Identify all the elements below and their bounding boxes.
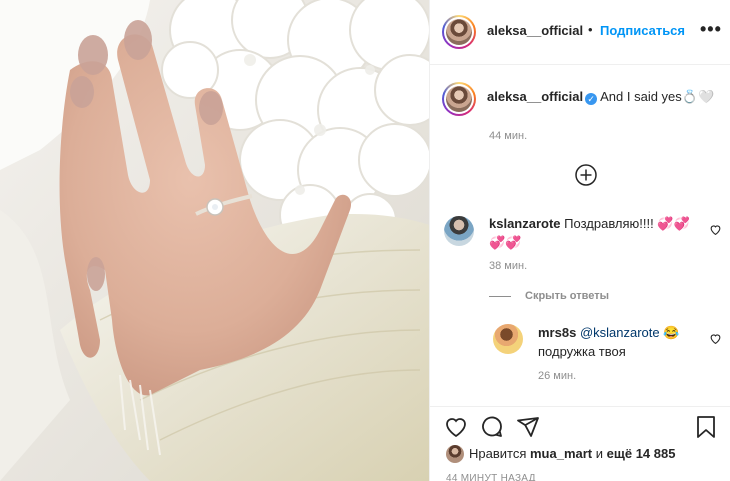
hide-replies-button[interactable]: Скрыть ответы	[489, 290, 609, 302]
liker-avatar	[446, 445, 464, 463]
caption-text: aleksa__official ✓ And I said yes💍🤍	[487, 87, 719, 107]
like-reply-heart-icon[interactable]	[709, 332, 722, 345]
caption-time[interactable]: 44 мин.	[489, 130, 527, 142]
author-avatar[interactable]	[442, 15, 476, 49]
comment-icon[interactable]	[480, 415, 504, 439]
reply-text: mrs8s @kslanzarote 😂 подружка твоя	[538, 323, 703, 361]
caption-avatar[interactable]	[442, 82, 476, 116]
author-username[interactable]: aleksa__official	[487, 23, 583, 38]
post-timestamp[interactable]: 44 МИНУТ НАЗАД	[446, 473, 536, 481]
reply-time[interactable]: 26 мин.	[538, 370, 576, 382]
reply-mention[interactable]: @kslanzarote	[580, 325, 660, 340]
likes-count[interactable]: ещё 14 885	[607, 446, 676, 461]
bookmark-icon[interactable]	[695, 415, 717, 439]
share-icon[interactable]	[516, 415, 540, 439]
commenter-username[interactable]: kslanzarote	[489, 216, 561, 231]
comment-text: kslanzarote Поздравляю!!!! 💞💞💞💞	[489, 214, 699, 252]
commenter-avatar[interactable]	[444, 216, 474, 246]
comment-time[interactable]: 38 мин.	[489, 260, 527, 272]
likes-summary[interactable]: Нравится mua_mart и ещё 14 885	[446, 445, 675, 463]
verified-badge-icon: ✓	[585, 93, 598, 105]
heart-icon[interactable]	[444, 415, 468, 439]
likes-prefix: Нравится	[469, 446, 527, 461]
post-photo[interactable]	[0, 0, 429, 481]
likes-middle: и	[595, 446, 604, 461]
reply-username[interactable]: mrs8s	[538, 325, 576, 340]
hide-replies-label: Скрыть ответы	[525, 290, 609, 302]
caption-body: And I said yes💍🤍	[600, 89, 715, 104]
load-more-comments-icon[interactable]	[575, 164, 597, 186]
follow-button[interactable]: Подписаться	[600, 23, 685, 38]
more-options-icon[interactable]: •••	[700, 19, 722, 40]
ring-hand-photo	[0, 0, 429, 481]
caption-username[interactable]: aleksa__official	[487, 89, 583, 104]
post-actions: Нравится mua_mart и ещё 14 885 44 МИНУТ …	[430, 406, 730, 481]
hide-replies-line	[489, 296, 511, 297]
reply-avatar[interactable]	[493, 324, 523, 354]
post-header: aleksa__official • Подписаться •••	[430, 0, 730, 65]
like-comment-heart-icon[interactable]	[709, 223, 722, 236]
post-sidebar: aleksa__official • Подписаться ••• aleks…	[429, 0, 730, 481]
liker-username[interactable]: mua_mart	[530, 446, 592, 461]
separator-dot: •	[588, 22, 593, 37]
comments-section[interactable]: aleksa__official ✓ And I said yes💍🤍 44 мин…	[430, 66, 730, 406]
